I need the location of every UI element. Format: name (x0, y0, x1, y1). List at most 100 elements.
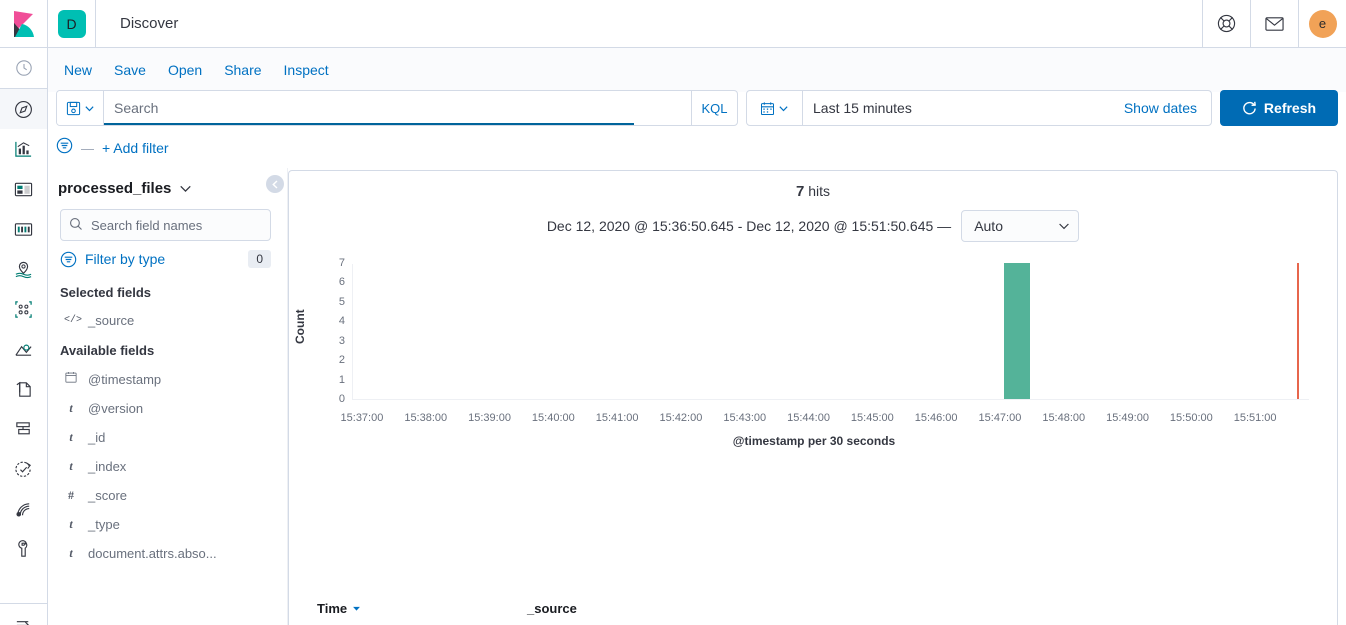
sidebar-item-visualize[interactable] (0, 129, 47, 169)
field-search-input[interactable] (60, 209, 271, 241)
x-tick-label: 15:43:00 (723, 412, 767, 424)
top-nav-save[interactable]: Save (106, 58, 154, 82)
y-tick-label: 5 (338, 295, 345, 308)
y-tick-label: 1 (338, 373, 345, 386)
filter-options-button[interactable] (56, 137, 73, 159)
time-range-display[interactable]: Last 15 minutes (803, 91, 1110, 125)
column-label: Time (317, 601, 348, 616)
y-tick-label: 6 (338, 276, 345, 289)
kibana-logo[interactable] (0, 0, 48, 47)
avatar: e (1308, 9, 1337, 38)
filter-icon (60, 251, 77, 267)
query-language-button[interactable]: KQL (691, 91, 737, 125)
user-menu-button[interactable]: e (1298, 0, 1346, 47)
chart-plot-area[interactable] (352, 263, 1309, 400)
top-nav-open[interactable]: Open (160, 58, 210, 82)
x-tick-label: 15:40:00 (531, 412, 575, 424)
field-label: _index (88, 459, 127, 474)
x-tick-label: 15:45:00 (850, 412, 894, 424)
refresh-button[interactable]: Refresh (1220, 90, 1338, 126)
newsfeed-button[interactable] (1250, 0, 1298, 47)
x-tick-label: 15:44:00 (787, 412, 830, 424)
top-nav-new[interactable]: New (56, 58, 100, 82)
sidebar-item-dashboard[interactable] (0, 169, 47, 209)
field-item-_source[interactable]: </> _source (48, 306, 287, 335)
date-type-icon (64, 371, 78, 387)
nav-recently-viewed[interactable] (0, 48, 47, 88)
saved-query-button[interactable] (57, 91, 104, 125)
sidebar-item-canvas[interactable] (0, 209, 47, 249)
y-tick-label: 7 (338, 257, 345, 269)
field-item-version[interactable]: t @version (48, 394, 287, 423)
selected-fields-header: Selected fields (60, 285, 152, 300)
hits-count: 7 (795, 183, 805, 200)
refresh-label: Refresh (1263, 100, 1317, 116)
dashboard-icon (14, 182, 33, 196)
index-pattern-label: processed_files (58, 180, 172, 197)
x-tick-label: 15:41:00 (595, 412, 639, 424)
uptime-icon (15, 461, 31, 477)
field-item-id[interactable]: t _id (48, 423, 287, 452)
space-badge: D (57, 9, 86, 38)
index-pattern-switcher[interactable]: processed_files (48, 176, 287, 209)
sidebar-item-infrastructure[interactable] (0, 409, 47, 449)
sort-down-icon (353, 606, 361, 611)
histogram-bar[interactable] (1003, 263, 1030, 399)
x-tick-label: 15:48:00 (1042, 412, 1086, 424)
field-item-absolute-path[interactable]: t document.attrs.abso... (48, 539, 287, 568)
x-tick-label: 15:47:00 (978, 412, 1022, 424)
search-input[interactable] (104, 91, 691, 125)
management-wrench-icon (18, 539, 28, 557)
filter-by-type-button[interactable]: Filter by type 0 (48, 241, 287, 277)
date-picker-group: Last 15 minutes Show dates (746, 90, 1212, 126)
y-tick-label: 2 (338, 354, 345, 367)
sidebar-item-uptime[interactable] (0, 449, 47, 489)
y-tick-label: 4 (338, 315, 345, 328)
sidebar-item-machine-learning[interactable] (0, 329, 47, 369)
field-item-index[interactable]: t _index (48, 452, 287, 481)
y-axis-label: Count (293, 309, 307, 344)
collapse-arrow-icon (16, 620, 30, 625)
field-label: _type (88, 517, 120, 532)
discover-main-panel: 7 hits Dec 12, 2020 @ 15:36:50.645 - Dec… (288, 170, 1338, 625)
top-nav-inspect[interactable]: Inspect (276, 58, 337, 82)
top-nav-share[interactable]: Share (216, 58, 269, 82)
field-item-type[interactable]: t _type (48, 510, 287, 539)
available-fields-header: Available fields (60, 343, 155, 358)
x-tick-label: 15:39:00 (468, 412, 511, 424)
kibana-logo-icon (13, 10, 34, 37)
x-tick-label: 15:42:00 (659, 412, 703, 424)
infrastructure-icon (16, 421, 30, 434)
field-item-score[interactable]: # _score (48, 481, 287, 510)
space-switcher[interactable]: D (48, 0, 96, 47)
show-dates-button[interactable]: Show dates (1110, 91, 1211, 125)
machine-learning-icon (15, 344, 32, 356)
column-header-time[interactable]: Time (289, 601, 527, 616)
filter-by-type-label: Filter by type (85, 251, 166, 267)
hits-line: 7 hits (289, 171, 1337, 200)
search-bar-group: KQL (56, 90, 738, 126)
table-header: Time _source (289, 591, 1337, 625)
y-tick-label: 0 (338, 393, 345, 405)
source-type-icon: </> (64, 315, 83, 326)
sidebar-item-maps[interactable] (0, 249, 47, 289)
x-tick-label: 15:50:00 (1169, 412, 1213, 424)
help-button[interactable] (1202, 0, 1250, 47)
sidebar-collapse-button[interactable] (266, 175, 284, 193)
nav-collapse-button[interactable] (0, 604, 47, 625)
canvas-icon (14, 222, 33, 236)
sidebar-item-graph[interactable] (0, 289, 47, 329)
sidebar-item-management[interactable] (0, 529, 47, 569)
interval-select[interactable]: Auto (961, 210, 1080, 242)
quick-select-button[interactable] (747, 91, 803, 125)
documents-table: Time _source Dec 12, 2020 @ 15:47:04.107 (289, 591, 1337, 625)
field-label: @version (88, 401, 144, 416)
search-input-wrapper (104, 91, 691, 125)
siem-icon (16, 502, 30, 517)
field-item-timestamp[interactable]: @timestamp (48, 364, 287, 394)
sidebar-item-siem[interactable] (0, 489, 47, 529)
time-range-line: Dec 12, 2020 @ 15:36:50.645 - Dec 12, 20… (289, 200, 1337, 242)
add-filter-button[interactable]: + Add filter (102, 140, 169, 156)
sidebar-item-apm[interactable] (0, 369, 47, 409)
sidebar-item-discover[interactable] (0, 89, 47, 129)
